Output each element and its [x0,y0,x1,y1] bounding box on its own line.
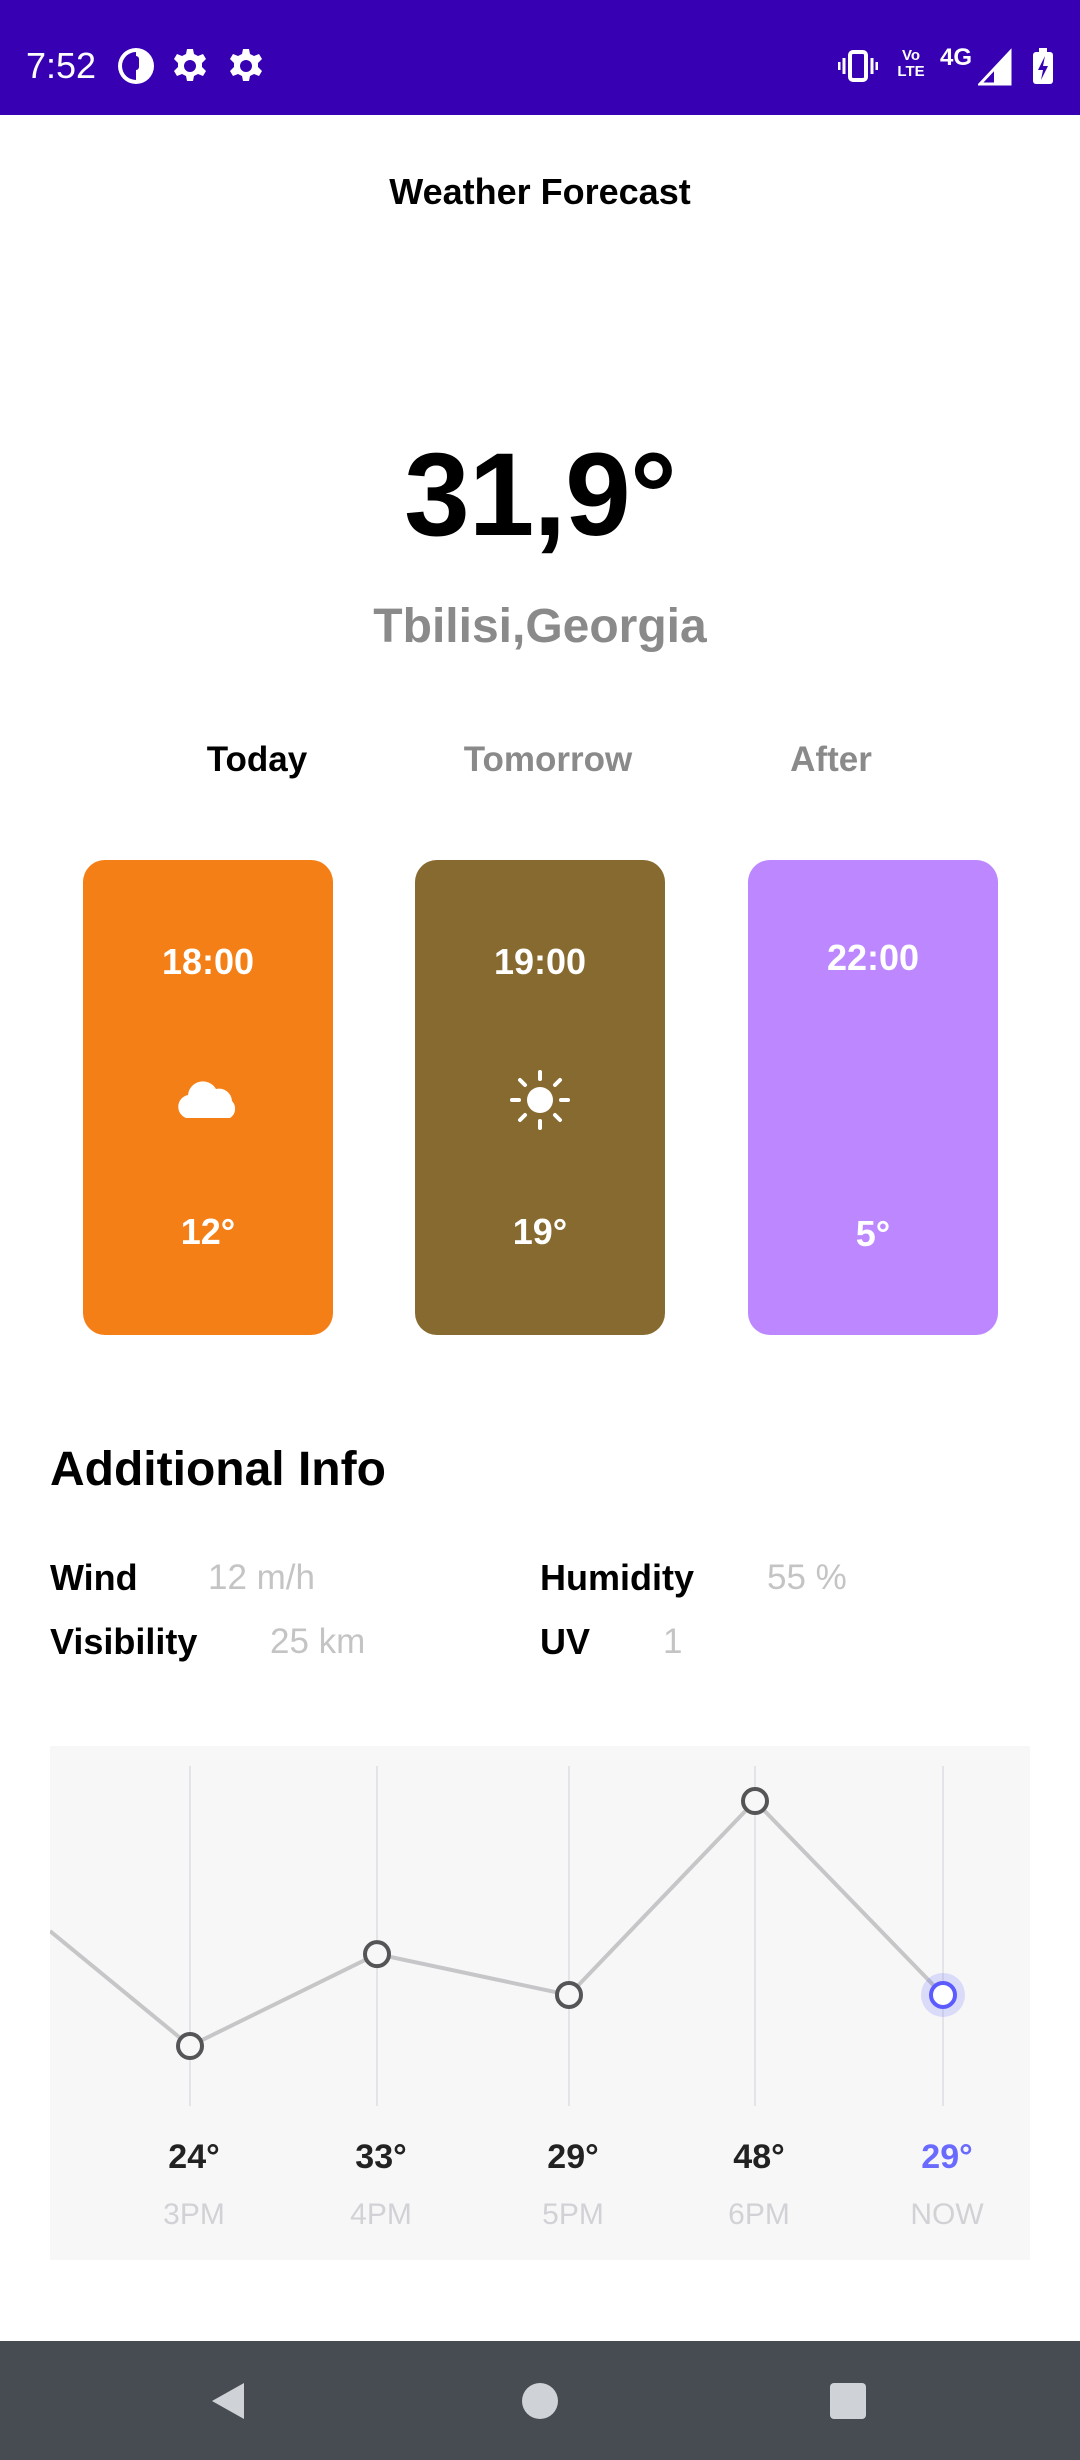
moon-icon [853,1064,879,1116]
uv-value: 1 [663,1622,683,1661]
forecast-temp: 19° [512,1211,568,1252]
additional-info-title: Additional Info [50,1443,386,1496]
sun-icon [510,1070,570,1130]
home-icon[interactable] [502,2363,578,2439]
forecast-temp: 12° [180,1211,236,1252]
back-icon[interactable] [190,2363,266,2439]
temperature-graph-svg: 24° 3PM 33° 4PM 29° 5PM 48° 6PM 29° NOW [50,1766,984,2231]
tab-tomorrow[interactable]: Tomorrow [418,738,678,782]
signal-icon [978,48,1012,86]
graph-category-label: 3PM [163,2198,225,2231]
wind-label: Wind [50,1557,138,1598]
vibrate-icon [838,50,878,82]
humidity-value: 55 % [767,1558,847,1597]
graph-category-label: 5PM [542,2198,604,2231]
forecast-time: 22:00 [826,937,920,978]
graph-point [555,1980,583,2009]
graph-point [176,2032,204,2060]
network-type: 4G [940,44,973,71]
humidity-label: Humidity [540,1557,695,1598]
cloud-icon [178,1081,236,1118]
navigation-bar [0,2341,1080,2460]
forecast-time: 19:00 [493,941,587,982]
battery-charging-icon [1033,48,1053,84]
volte-icon: Vo LTE [897,47,925,80]
forecast-card[interactable]: 22:00 5° [748,860,998,1335]
uv-label: UV [540,1621,591,1662]
settings-icon [174,49,206,81]
graph-value-label: 33° [355,2138,406,2176]
graph-category-label: 4PM [350,2198,412,2231]
forecast-card[interactable]: 18:00 12° [83,860,333,1335]
status-bar: 7:52 Vo LTE 4G [0,0,1080,115]
app-notification-icon [118,48,154,84]
graph-point [741,1787,769,1815]
location-label: Tbilisi,Georgia [373,600,707,653]
graph-point [929,1980,957,2009]
graph-category-label: 6PM [728,2198,790,2231]
graph-value-label: 24° [168,2138,219,2176]
forecast-temp: 5° [855,1213,891,1254]
graph-point [363,1940,391,1969]
moon-icon [522,297,546,345]
current-temperature: 31,9° [404,429,677,561]
wind-value: 12 m/h [208,1558,315,1597]
graph-value-label: 29° [547,2138,598,2176]
tab-after[interactable]: After [701,738,961,782]
status-time: 7:52 [26,45,97,86]
tab-today[interactable]: Today [127,738,387,782]
forecast-time: 18:00 [161,941,255,982]
temperature-graph: 24° 3PM 33° 4PM 29° 5PM 48° 6PM 29° NOW [50,1746,1030,2260]
forecast-card[interactable]: 19:00 19° [415,860,665,1335]
recents-icon[interactable] [810,2363,886,2439]
graph-value-label: 29° [921,2138,972,2176]
graph-value-label: 48° [733,2138,784,2176]
visibility-value: 25 km [270,1622,366,1661]
settings-icon [230,49,262,81]
graph-category-label: NOW [910,2198,984,2231]
visibility-label: Visibility [50,1621,198,1662]
app-title: Weather Forecast [389,171,691,212]
temperature-line [50,1798,945,2049]
